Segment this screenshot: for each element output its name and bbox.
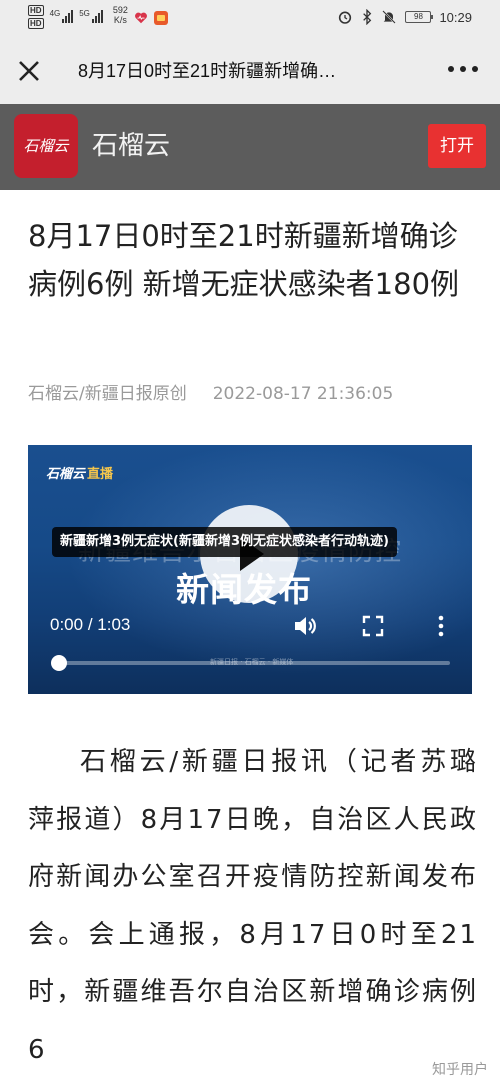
signal-bars-icon <box>91 9 103 23</box>
fullscreen-icon[interactable] <box>360 613 386 639</box>
video-logo-text: 石榴云 <box>46 467 86 482</box>
app-name: 石榴云 <box>92 131 171 161</box>
video-logo: 石榴云 直播 <box>46 463 113 482</box>
volume-icon[interactable] <box>292 613 318 639</box>
app-logo: 石榴云 <box>14 114 78 178</box>
heart-icon <box>134 12 147 24</box>
signal-bars-icon <box>62 9 74 23</box>
more-icon[interactable] <box>448 66 478 72</box>
nav-bar: 8月17日0时至21时新疆新增确… <box>0 38 500 104</box>
article-paragraph: 石榴云/新疆日报讯（记者苏璐萍报道）8月17日晚，自治区人民政府新闻办公室召开疫… <box>28 747 478 1065</box>
battery-indicator: 98 <box>405 11 434 23</box>
bluetooth-icon <box>363 9 372 25</box>
time-total: 1:03 <box>97 615 131 634</box>
video-player[interactable]: 石榴云直播 新疆维吾尔自治区疫情防控 新闻发布 新疆新增3例无症状(新疆新增3例… <box>28 445 472 694</box>
watermark: 知乎用户 <box>430 1059 490 1079</box>
article-meta: 石榴云/新疆日报原创 2022-08-17 21:36:05 <box>28 382 393 406</box>
time-current: 0:00 <box>50 615 84 634</box>
more-vertical-icon[interactable] <box>428 613 454 639</box>
alarm-icon <box>339 11 352 24</box>
close-icon[interactable] <box>14 56 44 86</box>
signal-5g: 5G <box>79 5 103 23</box>
article-headline: 8月17日0时至21时新疆新增确诊病例6例 新增无症状感染者180例 <box>28 219 460 301</box>
app-notification-icon <box>153 11 168 25</box>
app-banner: 石榴云 石榴云 打开 <box>0 104 500 190</box>
network-speed: 592 K/s <box>113 5 128 25</box>
status-right: 98 10:29 <box>337 9 472 25</box>
speed-value: 592 <box>112 5 128 15</box>
article-source[interactable]: 石榴云/新疆日报原创 <box>28 384 187 404</box>
speed-unit: K/s <box>113 15 127 25</box>
article-date: 2022-08-17 21:36:05 <box>212 384 394 404</box>
video-logo-suffix: 直播 <box>87 467 114 482</box>
page-title: 8月17日0时至21时新疆新增确… <box>78 61 337 81</box>
mute-icon <box>382 10 397 24</box>
clock: 10:29 <box>439 9 472 25</box>
time-separator: / <box>87 615 93 634</box>
status-left: HD HD 4G 5G 592 K/s <box>28 5 168 29</box>
status-bar: HD HD 4G 5G 592 K/s 98 10:29 <box>0 0 500 38</box>
video-progress-bar[interactable] <box>51 655 450 671</box>
hd-badge: HD <box>28 5 44 16</box>
signal-4g: 4G <box>50 5 74 23</box>
video-progress-knob[interactable] <box>51 655 67 671</box>
hd-indicators: HD HD <box>28 5 44 29</box>
video-time: 0:00 / 1:03 <box>50 615 130 635</box>
video-caption: 新疆新增3例无症状(新疆新增3例无症状感染者行动轨迹) <box>52 527 397 557</box>
hd-badge: HD <box>28 18 44 29</box>
open-app-button[interactable]: 打开 <box>428 124 486 168</box>
signal-label: 5G <box>79 9 90 18</box>
signal-label: 4G <box>49 9 61 18</box>
